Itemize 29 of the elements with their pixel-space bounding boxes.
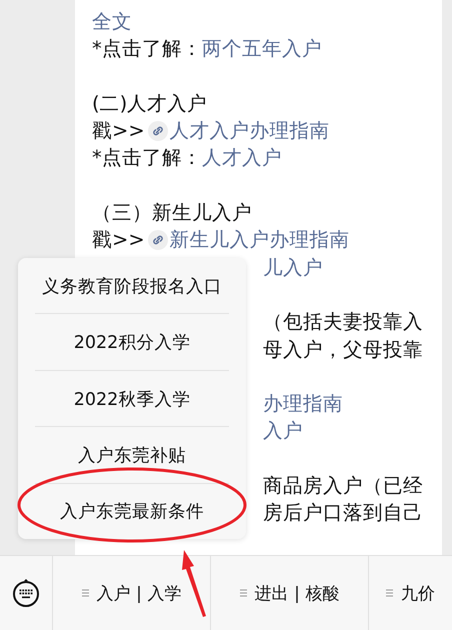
article-text: 房后户口落到自己 [263, 500, 423, 526]
article-text: *点击了解： [92, 145, 202, 172]
menu-item[interactable]: 义务教育阶段报名入口 [35, 258, 229, 314]
article-link[interactable]: 人才入户 [202, 144, 282, 172]
article-text: （包括夫妻投靠入 [263, 309, 423, 336]
menu-icon [386, 589, 393, 597]
article-text: （三）新生儿入户 [92, 200, 252, 226]
menu-item[interactable]: 2022积分入学 [35, 314, 229, 371]
article-link[interactable]: 全文 [92, 8, 132, 36]
menu-item[interactable]: 2022秋季入学 [35, 370, 229, 428]
article-text: *点击了解： [92, 36, 202, 62]
menu-icon [82, 589, 89, 597]
article-link[interactable]: 入户 [263, 417, 303, 445]
article-text: (二)人才入户 [92, 90, 208, 117]
keyboard-icon [11, 578, 41, 608]
article-text: 母入户，父母投靠 [263, 336, 423, 363]
menu-item[interactable]: 入户东莞补贴 [35, 427, 229, 484]
menu-tab[interactable]: 进出 | 核酸 [211, 556, 369, 630]
menu-tab[interactable]: 入户 | 入学 [53, 556, 211, 630]
menu-tab[interactable]: 九价 [369, 556, 452, 630]
article-text: 戳>> [92, 227, 145, 254]
article-link[interactable]: 新生儿入户办理指南 [170, 226, 350, 254]
article-text: 商品房入户（已经 [263, 473, 423, 500]
article-link[interactable]: 儿入户 [263, 254, 323, 281]
article-link[interactable]: 办理指南 [263, 390, 343, 418]
article-text: 戳>> [92, 118, 145, 144]
menu-icon [240, 589, 247, 597]
article-link[interactable]: 两个五年入户 [202, 35, 322, 63]
article-link[interactable]: 人才入户办理指南 [170, 117, 330, 144]
